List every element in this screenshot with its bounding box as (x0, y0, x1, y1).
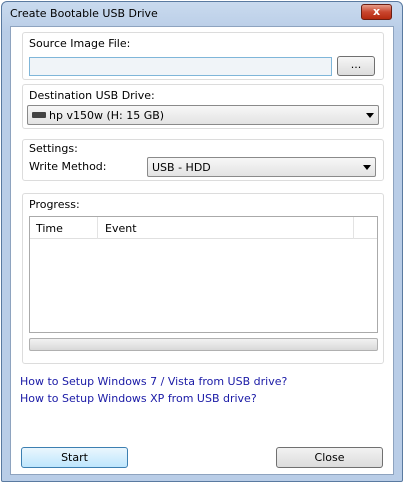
window-title: Create Bootable USB Drive (10, 7, 158, 20)
source-image-label: Source Image File: (29, 37, 131, 50)
destination-label: Destination USB Drive: (29, 89, 155, 102)
event-list[interactable]: Time Event (29, 216, 378, 333)
source-image-input[interactable] (29, 57, 332, 76)
progress-group: Progress: Time Event (22, 193, 384, 364)
title-bar[interactable]: Create Bootable USB Drive x (2, 2, 402, 26)
link-setup-windows-xp[interactable]: How to Setup Windows XP from USB drive? (20, 392, 257, 405)
window-close-button[interactable]: x (361, 4, 392, 20)
settings-label: Settings: (29, 142, 78, 155)
destination-group: Destination USB Drive: hp v150w (H: 15 G… (22, 84, 384, 129)
write-method-select[interactable]: USB - HDD (147, 157, 376, 177)
column-divider[interactable] (353, 217, 354, 239)
link-setup-windows-7[interactable]: How to Setup Windows 7 / Vista from USB … (20, 375, 287, 388)
column-header-time[interactable]: Time (36, 222, 63, 235)
column-divider[interactable] (97, 217, 98, 239)
destination-drive-select[interactable]: hp v150w (H: 15 GB) (27, 105, 379, 125)
event-list-header: Time Event (30, 217, 377, 239)
settings-group: Settings: Write Method: USB - HDD (22, 139, 384, 181)
dialog-content: Source Image File: ... Destination USB D… (10, 26, 394, 475)
browse-button[interactable]: ... (337, 56, 375, 76)
progress-label: Progress: (29, 198, 80, 211)
write-method-label: Write Method: (29, 160, 107, 173)
start-button[interactable]: Start (21, 447, 128, 468)
chevron-down-icon (366, 113, 374, 118)
destination-drive-value: hp v150w (H: 15 GB) (49, 109, 165, 122)
close-button[interactable]: Close (276, 447, 383, 468)
progress-bar (29, 338, 378, 351)
drive-icon (32, 112, 46, 118)
column-header-event[interactable]: Event (105, 222, 137, 235)
chevron-down-icon (363, 165, 371, 170)
dialog-window: Create Bootable USB Drive x Source Image… (1, 1, 403, 482)
write-method-value: USB - HDD (152, 161, 211, 174)
source-image-group: Source Image File: ... (22, 32, 384, 80)
